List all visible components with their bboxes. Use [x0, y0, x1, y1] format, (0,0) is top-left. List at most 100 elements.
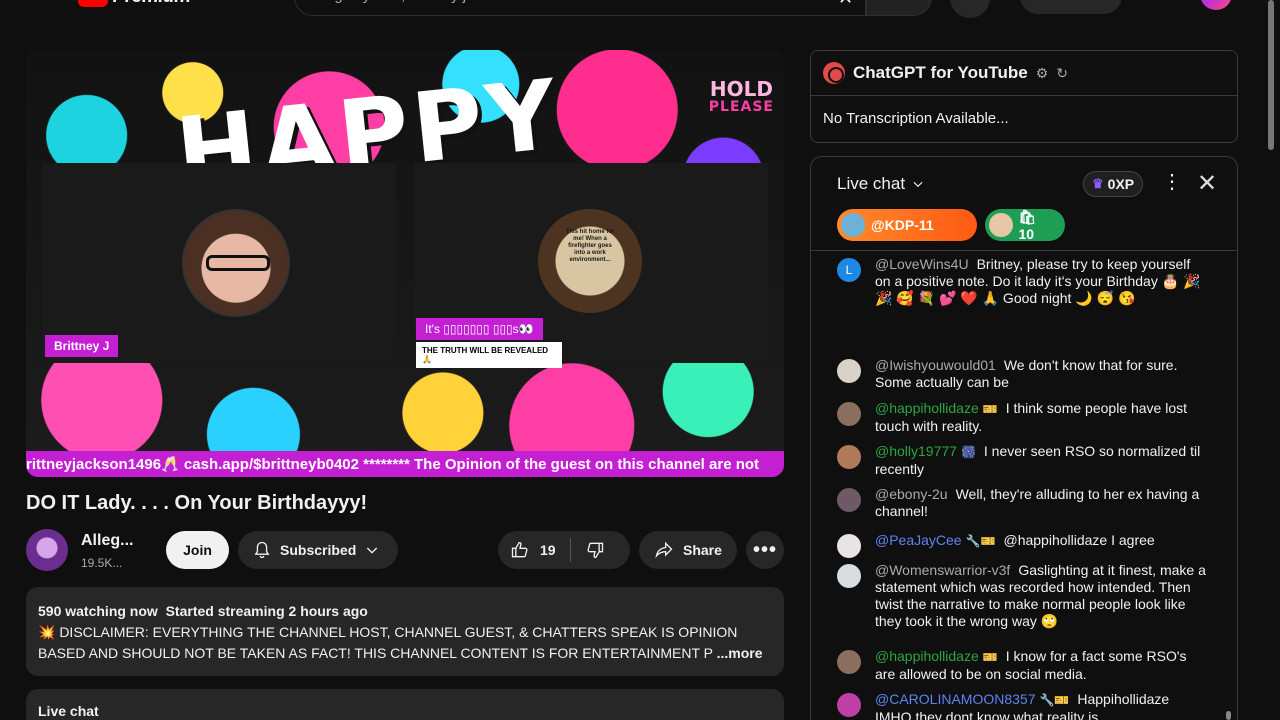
author-avatar[interactable] [837, 488, 861, 512]
watching-count: 590 watching now [38, 603, 158, 619]
chat-message: @happihollidaze 🎫 I know for a fact some R… [837, 648, 1207, 683]
refresh-icon[interactable]: ↻ [1056, 65, 1068, 82]
page-scrollbar[interactable] [1268, 0, 1274, 150]
chatgpt-logo-icon [823, 62, 845, 84]
channel-name[interactable]: Alleg... [81, 532, 133, 550]
author-avatar[interactable] [837, 402, 861, 426]
description-stats: 590 watching now Started streaming 2 hou… [38, 601, 772, 622]
more-vert-icon[interactable]: ⋮ [1162, 171, 1182, 193]
message-author[interactable]: @holly19777 [875, 443, 957, 459]
guest-image-text: This hit home for me! When a firefighter… [565, 229, 615, 263]
chip-label: 🛍 10 [1018, 208, 1037, 242]
author-avatar[interactable] [837, 534, 861, 558]
share-label: Share [683, 542, 722, 558]
message-body: @happihollidaze 🎫 I know for a fact some R… [875, 648, 1207, 683]
message-author[interactable]: @LoveWins4U [875, 256, 969, 272]
description-line-1: 💥 DISCLAIMER: EVERYTHING THE CHANNEL HOS… [38, 624, 738, 640]
author-avatar[interactable] [837, 445, 861, 469]
share-button[interactable]: Share [639, 531, 737, 569]
author-avatar[interactable]: L [837, 258, 861, 282]
chip-avatar [841, 213, 865, 237]
close-icon[interactable]: ✕ [1197, 169, 1217, 198]
chat-message: L @LoveWins4U Britney, please try to keep… [837, 256, 1207, 307]
author-avatar[interactable] [837, 693, 861, 717]
description-line-2: BASED AND SHOULD NOT BE TAKEN AS FACT! T… [38, 645, 713, 661]
video-player[interactable]: HAPPY HOLD PLEASE Brittney J This hit ho… [26, 50, 784, 477]
host-name-tag: Brittney J [45, 335, 119, 357]
stream-started: Started streaming 2 hours ago [165, 603, 368, 619]
message-body: @Womenswarrior-v3f Gaslighting at it fine… [875, 562, 1207, 630]
author-avatar[interactable] [837, 564, 861, 588]
dislike-button[interactable] [571, 540, 605, 560]
account-avatar[interactable] [1200, 0, 1232, 10]
hold-please-graphic: HOLD PLEASE [708, 77, 774, 116]
message-author[interactable]: @happihollidaze [875, 648, 979, 664]
membership-gift-chip[interactable]: 🛍 10 [985, 208, 1065, 242]
join-button[interactable]: Join [166, 531, 229, 569]
notifications-icon[interactable] [1142, 0, 1166, 2]
message-body: @CAROLINAMOON8357 🔧🎫 Happihollidaze IMHO t… [875, 691, 1207, 720]
message-text: @happihollidaze I agree [1003, 532, 1155, 548]
masthead: Premium allegedly with, brittney j ✕ [0, 0, 1280, 22]
xp-value: 0XP [1107, 176, 1135, 192]
author-avatar[interactable] [837, 650, 861, 674]
message-author[interactable]: @Womenswarrior-v3f [875, 562, 1010, 578]
message-author[interactable]: @ebony-2u [875, 486, 948, 502]
channel-avatar[interactable] [26, 529, 68, 571]
super-chat-chip[interactable]: @KDP-11 [837, 209, 977, 241]
glasses-shape [206, 255, 270, 271]
thumbs-up-icon [511, 541, 528, 558]
subscribed-button[interactable]: Subscribed [238, 531, 398, 569]
youtube-logo[interactable]: Premium [78, 0, 190, 8]
gear-icon[interactable]: ⚙ [1036, 65, 1049, 82]
crown-icon: ♛ [1092, 176, 1104, 191]
live-chat-panel: Live chat ♛ 0XP ⋮ ✕ @KDP-11 🛍 10 L @Love… [810, 156, 1238, 720]
guest-name-tag: It's ▯▯▯▯▯▯▯ ▯▯▯s👀 THE TRUTH WILL BE REV… [416, 318, 562, 368]
message-body: @happihollidaze 🎫 I think some people have… [875, 400, 1207, 435]
member-badge-icon: 🎫 [982, 650, 998, 664]
clear-search-icon[interactable]: ✕ [838, 0, 853, 9]
member-badge-icon: 🎆 [960, 445, 976, 459]
xp-badge[interactable]: ♛ 0XP [1083, 171, 1144, 197]
chatgpt-body: No Transcription Available... [823, 110, 1009, 127]
live-chat-title: Live chat [837, 174, 906, 193]
author-avatar[interactable] [837, 359, 861, 383]
search-input[interactable]: allegedly with, brittney j [294, 0, 866, 16]
message-body: @Iwishyouwould01 We don't know that for s… [875, 357, 1207, 391]
hold-line-2: PLEASE [708, 99, 774, 115]
chatgpt-header: ChatGPT for YouTube ⚙ ↻ [811, 51, 1237, 96]
like-button[interactable]: 19 [498, 538, 571, 562]
message-author[interactable]: @PeaJayCee [875, 532, 962, 548]
member-badge-icon: 🎫 [982, 402, 998, 416]
message-body: @ebony-2u Well, they're alluding to her e… [875, 486, 1207, 520]
like-count: 19 [540, 542, 556, 558]
subscribed-label: Subscribed [280, 542, 357, 558]
description-box[interactable]: 590 watching now Started streaming 2 hou… [26, 587, 784, 676]
like-dislike-group: 19 [498, 531, 630, 569]
moderator-badge-icon: 🔧🎫 [965, 534, 996, 548]
guest-tag-line-2: THE TRUTH WILL BE REVEALED 🙏 [416, 342, 562, 368]
search-button[interactable] [866, 0, 932, 16]
message-author[interactable]: @CAROLINAMOON8357 [875, 691, 1035, 707]
message-author[interactable]: @happihollidaze [875, 400, 979, 416]
voice-search-button[interactable] [950, 0, 990, 18]
chip-label: @KDP-11 [871, 217, 934, 233]
host-face [182, 209, 290, 317]
chat-scrollbar[interactable] [1226, 711, 1231, 720]
more-horizontal-icon: ••• [752, 538, 777, 561]
show-more-link[interactable]: ...more [717, 645, 763, 661]
live-chat-collapsed-label: Live chat [38, 703, 99, 719]
description-line-2-row: BASED AND SHOULD NOT BE TAKEN AS FACT! T… [38, 643, 772, 664]
hold-line-1: HOLD [709, 77, 773, 101]
message-author[interactable]: @Iwishyouwould01 [875, 357, 996, 373]
live-chat-title-dropdown[interactable]: Live chat [837, 174, 925, 194]
host-camera: Brittney J [42, 163, 396, 363]
more-actions-button[interactable]: ••• [746, 531, 784, 569]
moderator-badge-icon: 🔧🎫 [1039, 693, 1070, 707]
message-body: @PeaJayCee 🔧🎫 @happihollidaze I agree [875, 532, 1155, 558]
create-button[interactable] [1020, 0, 1122, 14]
share-icon [655, 541, 673, 559]
video-title: DO IT Lady. . . . On Your Birthdayyy! [26, 492, 368, 514]
live-chat-collapsed-panel[interactable]: Live chat [26, 689, 784, 720]
chatgpt-title: ChatGPT for YouTube [853, 63, 1028, 82]
